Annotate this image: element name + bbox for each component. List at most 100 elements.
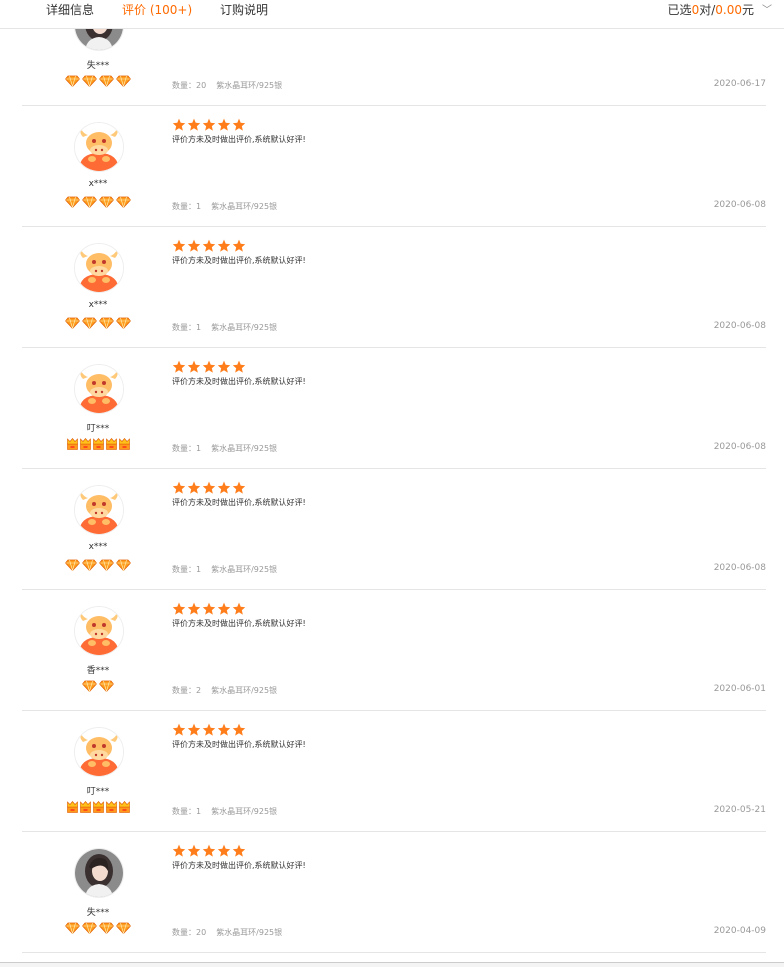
rating-stars [172,118,247,131]
quantity-value: 20 [196,81,207,90]
crown-icon [92,428,105,450]
quantity: 数量：20 [172,81,206,90]
star-icon [217,600,232,619]
review-date: 2020-04-09 [713,926,766,936]
diamond-icon [115,65,132,87]
review-item: 叮*** 评价方未及时做出评价,系统默认好评! 数量：1 紫水晶耳环/925银 2020… [22,711,766,832]
chevron-down-icon[interactable]: ﹀ [762,1,772,16]
star-icon [202,116,217,135]
selected-amount: 0.00 [715,3,742,17]
user-photo-avatar [74,848,124,898]
crown-icon [79,791,92,813]
review-list: 失***评价方未及时做出评价,系统默认好评!数量：20紫水晶耳环/925银202… [22,0,766,953]
review-text: 评价方未及时做出评价,系统默认好评! [172,135,306,144]
tab-order-notes[interactable]: 订购说明 [220,2,268,18]
review-meta: 数量：1 紫水晶耳环/925银 [172,322,277,333]
quantity: 数量：1 [172,565,201,574]
bull-avatar-icon [74,364,124,414]
star-icon [172,842,187,861]
diamond-icon [64,912,81,934]
reviewer-level-badges [22,559,174,571]
review-date: 2020-06-17 [713,79,766,89]
crown-icon [118,428,131,450]
variant: 紫水晶耳环/925银 [211,807,278,816]
crown-icon [118,791,131,813]
reviewer-level-badges [22,922,174,934]
star-icon [202,721,217,740]
selected-summary[interactable]: 已选0对/0.00元 [668,2,754,18]
variant: 紫水晶耳环/925银 [211,686,278,695]
review-text: 评价方未及时做出评价,系统默认好评! [172,377,306,386]
diamond-icon [98,670,115,692]
diamond-icon [64,186,81,208]
quantity-label: 数量： [172,807,196,816]
diamond-icon [81,307,98,329]
diamond-icon [64,307,81,329]
star-icon [187,842,202,861]
diamond-icon [81,549,98,571]
star-icon [202,600,217,619]
review-date: 2020-06-01 [713,684,766,694]
quantity-value: 20 [196,928,207,937]
quantity-value: 1 [196,323,202,332]
tab-details[interactable]: 详细信息 [46,2,94,18]
bull-avatar-icon [74,606,124,656]
quantity: 数量：1 [172,444,201,453]
rating-stars [172,844,247,857]
review-text: 评价方未及时做出评价,系统默认好评! [172,861,306,870]
star-icon [232,842,247,861]
review-date: 2020-06-08 [713,321,766,331]
review-text: 评价方未及时做出评价,系统默认好评! [172,619,306,628]
star-icon [217,842,232,861]
star-icon [172,721,187,740]
star-icon [217,358,232,377]
rating-stars [172,239,247,252]
detail-tab-bar: 详细信息 评价 (100+) 订购说明 已选0对/0.00元 ﹀ [0,0,784,29]
bull-avatar-icon [74,727,124,777]
rating-stars [172,481,247,494]
bull-avatar-icon [74,122,124,172]
review-meta: 数量：20 紫水晶耳环/925银 [172,80,282,91]
star-icon [187,479,202,498]
review-meta: 数量：1 紫水晶耳环/925银 [172,443,277,454]
quantity-label: 数量： [172,444,196,453]
reviewer-level-badges [22,801,174,813]
tab-reviews[interactable]: 评价 (100+) [122,2,192,18]
star-icon [217,721,232,740]
quantity-label: 数量： [172,565,196,574]
quantity-value: 2 [196,686,202,695]
quantity-value: 1 [196,444,202,453]
star-icon [202,237,217,256]
star-icon [187,116,202,135]
star-icon [187,358,202,377]
review-item: 叮*** 评价方未及时做出评价,系统默认好评! 数量：1 紫水晶耳环/925银 2020… [22,348,766,469]
variant: 紫水晶耳环/925银 [211,565,278,574]
review-date: 2020-06-08 [713,442,766,452]
rating-stars [172,723,247,736]
review-date: 2020-06-08 [713,563,766,573]
variant: 紫水晶耳环/925银 [211,444,278,453]
diamond-icon [115,912,132,934]
star-icon [172,479,187,498]
quantity-value: 1 [196,202,202,211]
diamond-icon [98,65,115,87]
reviewer-level-badges [22,75,174,87]
quantity-label: 数量： [172,686,196,695]
crown-icon [66,428,79,450]
review-meta: 数量：1 紫水晶耳环/925银 [172,201,277,212]
review-date: 2020-06-08 [713,200,766,210]
bull-avatar-icon [74,485,124,535]
reviewer-level-badges [22,317,174,329]
quantity-label: 数量： [172,323,196,332]
selected-unit: 对 [699,3,712,17]
quantity-label: 数量： [172,928,196,937]
variant: 紫水晶耳环/925银 [216,928,283,937]
diamond-icon [115,186,132,208]
reviewer-level-badges [22,680,174,692]
star-icon [232,116,247,135]
quantity-label: 数量： [172,81,196,90]
diamond-icon [115,549,132,571]
reviewer-level-badges [22,438,174,450]
star-icon [172,600,187,619]
crown-icon [79,428,92,450]
